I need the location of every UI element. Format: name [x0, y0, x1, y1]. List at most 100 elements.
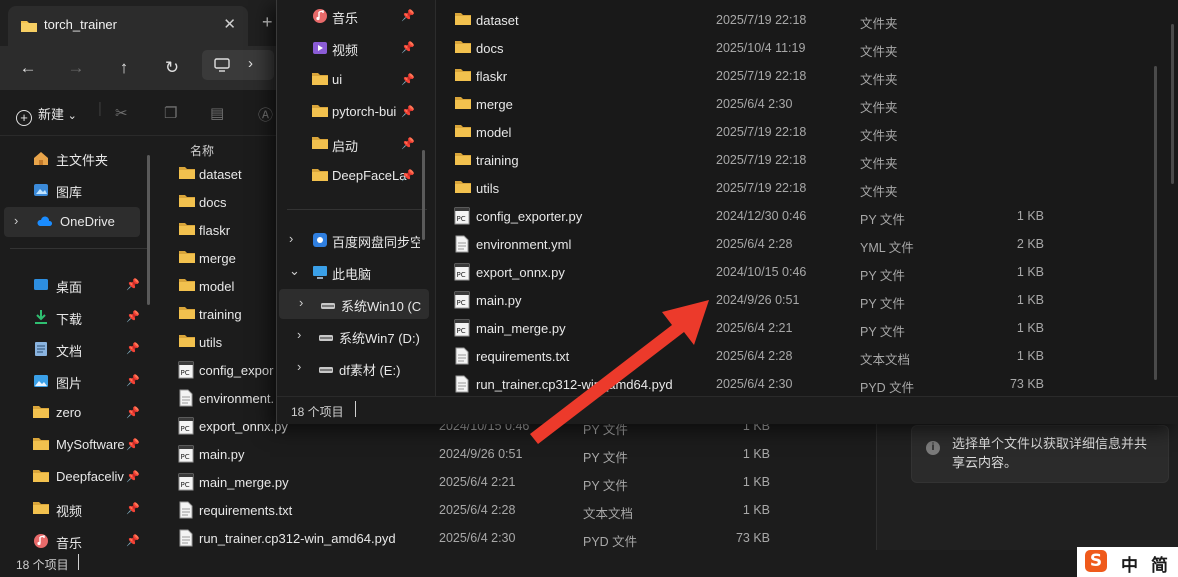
sidebar-divider — [287, 209, 427, 210]
monitor-icon — [214, 58, 230, 72]
sidebar-item-entry-0[interactable]: 主文件夹 — [0, 143, 150, 173]
ime-toolbar[interactable]: S 中 简 — [1077, 547, 1178, 577]
file-row[interactable]: PC main.py 2024/9/26 0:51 PY 文件 1 KB — [160, 440, 876, 468]
sidebar-item-entry-5[interactable]: 文档 📌 — [0, 334, 150, 364]
sidebar-item-entry-7[interactable]: ⌄ 此电脑 — [277, 257, 431, 287]
column-header-name[interactable]: 名称 — [190, 142, 214, 159]
file-type: YML 文件 — [860, 241, 914, 255]
file-type: 文件夹 — [860, 157, 898, 171]
sidebar-item-entry-6[interactable]: › 百度网盘同步空 — [277, 225, 431, 255]
file-list-scrollbar-outer[interactable] — [1171, 24, 1174, 184]
sidebar-item-entry-3[interactable]: 桌面 📌 — [0, 270, 150, 300]
sidebar-item-onedrive[interactable]: › OneDrive — [4, 207, 140, 237]
sidebar-item-entry-1[interactable]: 图库 — [0, 175, 150, 205]
sidebar-item-label: 此电脑 — [332, 267, 372, 282]
back-arrow-icon[interactable]: ← — [14, 54, 42, 82]
file-row[interactable]: PC export_onnx.py 2024/10/15 0:46 PY 文件 1 KB — [436, 258, 1156, 286]
svg-text:PC: PC — [457, 327, 466, 335]
chevron-right-icon[interactable]: › — [297, 359, 301, 374]
chevron-right-icon[interactable]: › — [299, 295, 303, 310]
address-bar-button[interactable]: › — [202, 50, 274, 80]
forward-arrow-icon[interactable]: → — [62, 54, 90, 82]
rename-icon[interactable]: Ⓐ — [258, 104, 273, 125]
python-file-icon: PC — [178, 445, 196, 463]
file-size: 1 KB — [742, 503, 770, 517]
sidebar-item-entry-4[interactable]: 下载 📌 — [0, 302, 150, 332]
file-name: training — [476, 153, 519, 168]
sidebar-item-entry-1[interactable]: 视频 📌 — [277, 33, 431, 63]
file-row[interactable]: flaskr 2025/7/19 22:18 文件夹 — [436, 62, 1156, 90]
sidebar-item-win10-c[interactable]: › 系统Win10 (C — [279, 289, 429, 319]
chevron-right-icon[interactable]: › — [14, 213, 18, 228]
details-message: 选择单个文件以获取详细信息并共享云内容。 — [952, 436, 1148, 470]
file-row[interactable]: run_trainer.cp312-win_amd64.pyd 2025/6/4 … — [160, 524, 876, 552]
sidebar-item-ui[interactable]: ui 📌 — [277, 65, 431, 95]
file-row[interactable]: merge 2025/6/4 2:30 文件夹 — [436, 90, 1156, 118]
python-file-icon: PC — [178, 417, 196, 435]
sidebar-item-pytorch-bui[interactable]: pytorch-bui 📌 — [277, 97, 431, 127]
sidebar-item-df-e[interactable]: › df素材 (E:) — [277, 353, 431, 383]
sidebar-item-entry-10[interactable]: 视频 📌 — [0, 494, 150, 524]
file-row[interactable]: model 2025/7/19 22:18 文件夹 — [436, 118, 1156, 146]
new-tab-button[interactable]: + — [262, 12, 273, 33]
file-row[interactable]: PC main_merge.py 2025/6/4 2:21 PY 文件 1 KB — [436, 314, 1156, 342]
file-row[interactable]: training 2025/7/19 22:18 文件夹 — [436, 146, 1156, 174]
sidebar-item-entry-0[interactable]: 音乐 📌 — [277, 1, 431, 31]
file-row[interactable]: utils 2025/7/19 22:18 文件夹 — [436, 174, 1156, 202]
file-list-scrollbar[interactable] — [1154, 66, 1157, 380]
svg-text:PC: PC — [457, 271, 466, 279]
refresh-icon[interactable]: ↻ — [158, 54, 186, 82]
sidebar-item-deepfaceliv[interactable]: Deepfaceliv 📌 — [0, 462, 150, 492]
sidebar-item-label: zero — [56, 405, 82, 420]
sidebar-item-deepfacela[interactable]: DeepFaceLa 📌 — [277, 161, 431, 191]
svg-text:PC: PC — [181, 453, 190, 461]
pin-icon: 📌 — [126, 343, 140, 355]
file-row[interactable]: run_trainer.cp312-win_amd64.pyd 2025/6/4 … — [436, 370, 1156, 398]
sidebar-scrollbar[interactable] — [147, 155, 150, 305]
sogou-logo-icon[interactable]: S — [1085, 550, 1107, 572]
file-date: 2025/6/4 2:21 — [439, 475, 516, 489]
document-icon — [32, 340, 50, 358]
up-arrow-icon[interactable]: ↑ — [110, 54, 138, 82]
sidebar-item-win7-d[interactable]: › 系统Win7 (D:) — [277, 321, 431, 351]
video-icon — [311, 39, 329, 57]
file-row[interactable]: PC main.py 2024/9/26 0:51 PY 文件 1 KB — [436, 286, 1156, 314]
file-list: dataset 2025/7/19 22:18 文件夹 docs 2025/10/4 1… — [435, 0, 1165, 396]
sidebar-item-zero[interactable]: zero 📌 — [0, 398, 150, 428]
ime-script-toggle[interactable]: 简 — [1151, 551, 1168, 576]
file-row[interactable]: PC main_merge.py 2025/6/4 2:21 PY 文件 1 KB — [160, 468, 876, 496]
file-row[interactable]: docs 2025/10/4 11:19 文件夹 — [436, 34, 1156, 62]
file-row[interactable]: PC config_exporter.py 2024/12/30 0:46 PY 文件… — [436, 202, 1156, 230]
sidebar-item-entry-4[interactable]: 启动 📌 — [277, 129, 431, 159]
file-row[interactable]: dataset 2025/7/19 22:18 文件夹 — [436, 6, 1156, 34]
sidebar-item-label: 系统Win10 (C — [341, 299, 422, 314]
close-tab-icon[interactable]: ✕ — [223, 15, 236, 33]
music-icon — [311, 7, 329, 25]
file-date: 2025/6/4 2:21 — [716, 321, 793, 335]
chevron-down-icon[interactable]: ⌄ — [289, 263, 300, 279]
copy-icon[interactable]: ❐ — [164, 104, 177, 122]
file-type: 文件夹 — [860, 17, 898, 31]
file-row[interactable]: requirements.txt 2025/6/4 2:28 文本文档 1 KB — [160, 496, 876, 524]
sidebar-item-entry-6[interactable]: 图片 📌 — [0, 366, 150, 396]
paste-icon[interactable]: ▤ — [210, 104, 224, 122]
pin-icon: 📌 — [126, 407, 140, 419]
tab-torch-trainer[interactable]: torch_trainer ✕ — [8, 6, 248, 46]
file-type: PY 文件 — [860, 297, 905, 311]
status-bar: 18 个项目 — [0, 550, 1178, 577]
cut-icon[interactable]: ✂ — [115, 104, 128, 122]
file-date: 2025/6/4 2:30 — [716, 377, 793, 391]
ime-mode-toggle[interactable]: 中 — [1121, 551, 1138, 576]
python-file-icon: PC — [454, 319, 472, 337]
sidebar-item-mysoftware[interactable]: MySoftware 📌 — [0, 430, 150, 460]
new-button[interactable]: + 新建 ⌄ — [16, 104, 77, 126]
file-date: 2025/6/4 2:28 — [716, 349, 793, 363]
folder-icon — [21, 21, 37, 32]
sidebar-scrollbar[interactable] — [422, 150, 425, 240]
svg-text:PC: PC — [457, 215, 466, 223]
text-file-icon — [454, 375, 472, 393]
file-row[interactable]: requirements.txt 2025/6/4 2:28 文本文档 1 KB — [436, 342, 1156, 370]
file-row[interactable]: environment.yml 2025/6/4 2:28 YML 文件 2 KB — [436, 230, 1156, 258]
chevron-right-icon[interactable]: › — [289, 231, 293, 246]
chevron-right-icon[interactable]: › — [297, 327, 301, 342]
